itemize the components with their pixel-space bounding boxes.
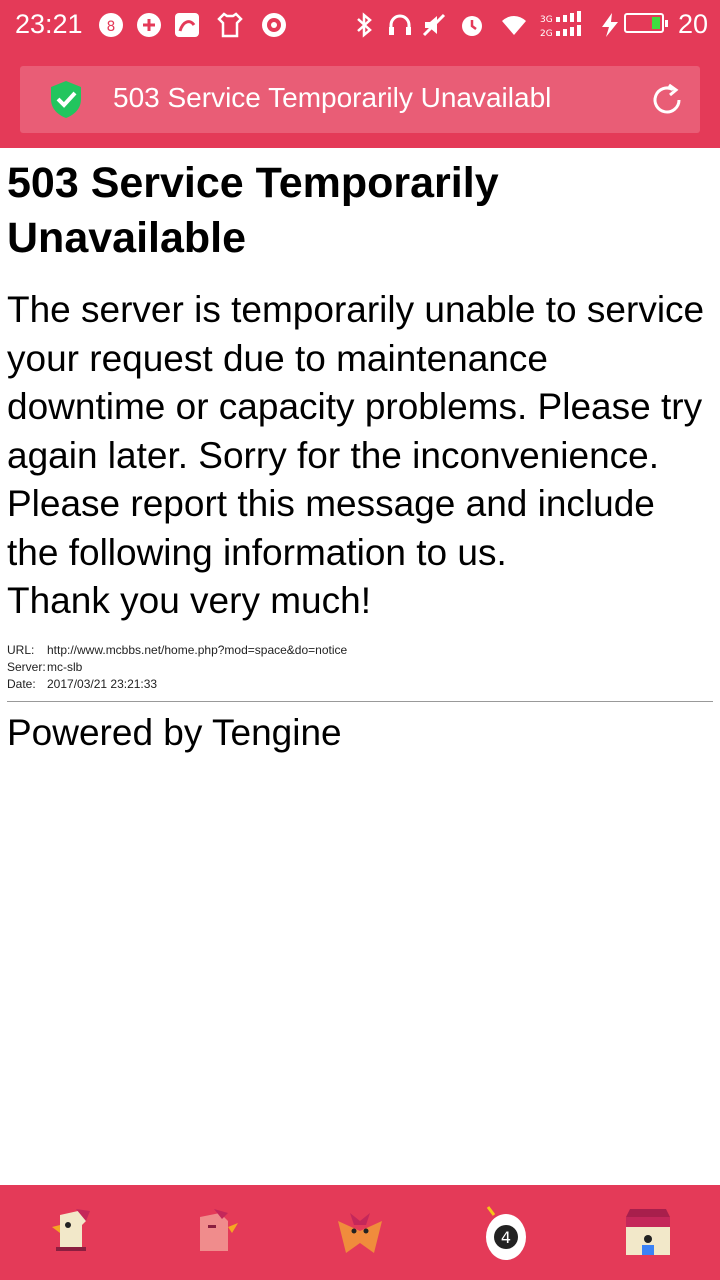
- svg-text:3G: 3G: [540, 15, 553, 25]
- app-icon-2: [135, 11, 163, 39]
- target-icon: [260, 11, 288, 39]
- info-label: URL:: [7, 642, 35, 657]
- info-row-date: Date: 2017/03/21 23:21:33: [7, 676, 713, 693]
- shirt-icon: [216, 11, 244, 39]
- info-row-url: URL: http://www.mcbbs.net/home.php?mod=s…: [7, 642, 713, 659]
- page-content: 503 Service Temporarily Unavailable The …: [7, 156, 713, 754]
- rooster-icon[interactable]: [190, 1203, 250, 1263]
- info-value: http://www.mcbbs.net/home.php?mod=space&…: [47, 642, 348, 657]
- battery-icon: [624, 13, 668, 33]
- rooster-home-icon[interactable]: [46, 1203, 106, 1263]
- fox-icon[interactable]: [330, 1203, 390, 1263]
- shield-check-icon: [51, 81, 81, 118]
- message-paragraph: Please report this message and include t…: [7, 483, 655, 573]
- info-value: 2017/03/21 23:21:33: [47, 676, 158, 691]
- server-footer: Powered by Tengine: [7, 711, 342, 753]
- battery-level: 20: [677, 9, 708, 39]
- status-bar: 23:21 8 3G 2G 20: [0, 0, 720, 50]
- status-time: 23:21: [15, 9, 83, 39]
- house-icon[interactable]: [618, 1203, 678, 1263]
- alarm-icon: [458, 11, 486, 39]
- svg-text:2G: 2G: [540, 29, 553, 39]
- egg-icon[interactable]: 4: [476, 1203, 536, 1263]
- app-icon-1: 8: [97, 11, 125, 39]
- bluetooth-icon: [350, 11, 378, 39]
- address-bar-title[interactable]: 503 Service Temporarily Unavailabl: [113, 82, 633, 114]
- signal-icon: 3G 2G: [540, 11, 592, 39]
- message-paragraph: The server is temporarily unable to serv…: [7, 289, 705, 476]
- error-info: URL: http://www.mcbbs.net/home.php?mod=s…: [7, 642, 713, 693]
- bottom-nav: 4: [0, 1185, 720, 1280]
- reload-icon[interactable]: [649, 82, 685, 118]
- page-title: 503 Service Temporarily Unavailable: [7, 159, 499, 262]
- egg-badge: 4: [501, 1228, 511, 1247]
- info-label: Date:: [7, 676, 36, 691]
- address-bar[interactable]: 503 Service Temporarily Unavailabl: [20, 66, 700, 133]
- svg-text:8: 8: [107, 19, 116, 35]
- headphones-icon: [386, 11, 414, 39]
- info-row-server: Server: mc-slb: [7, 659, 713, 676]
- info-label: Server:: [7, 659, 46, 674]
- charging-icon: [596, 11, 624, 39]
- mute-icon: [420, 11, 448, 39]
- info-value: mc-slb: [47, 659, 83, 674]
- message-body: The server is temporarily unable to serv…: [7, 286, 713, 626]
- wifi-icon: [500, 11, 528, 39]
- divider: [7, 700, 713, 702]
- app-icon-3: [173, 11, 201, 39]
- message-paragraph: Thank you very much!: [7, 580, 371, 621]
- top-bar: 23:21 8 3G 2G 20 503 Service Temporarily…: [0, 0, 720, 148]
